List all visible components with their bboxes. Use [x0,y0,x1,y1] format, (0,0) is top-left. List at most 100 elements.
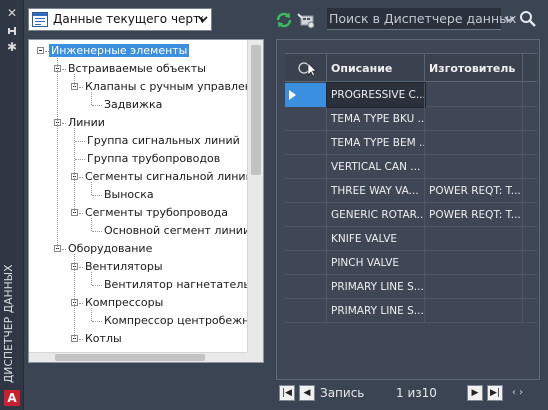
table-row[interactable]: VERTICAL CAN ... [285,155,537,179]
search-options-chevron-icon[interactable] [503,11,515,30]
tree-node[interactable]: Компрессор центробежный [102,312,247,329]
search-input[interactable]: Поиск в Диспетчере данных [327,8,516,30]
tree-connector [74,74,75,87]
tree-node-label: Клапаны с ручным управление [85,80,247,93]
grid-horizontal-scroll-arrows[interactable]: ‹ › [512,387,536,399]
cell-manufacturer[interactable] [425,251,523,275]
row-header[interactable] [285,299,327,323]
tree-connector [91,182,92,195]
tree-node[interactable]: Задвижка [102,96,164,113]
app-logo-icon: A [4,390,20,406]
first-record-button[interactable]: |◀ [279,385,295,401]
close-icon[interactable]: ✕ [4,6,20,20]
tree-node[interactable]: Группа трубопроводов [85,150,222,167]
tree-connector [92,321,102,322]
cell-manufacturer[interactable] [425,155,523,179]
cell-manufacturer[interactable]: POWER REQT: T... [425,179,523,203]
cell-description[interactable]: THREE WAY VA... [327,179,425,203]
current-row-indicator[interactable] [285,83,327,107]
tree-node[interactable]: Вентилятор нагнетательны [102,276,247,293]
record-navigator: |◀ ◀ Запись 1 из10 ▶ ▶| ‹ › [276,384,540,404]
tree-connector [92,195,102,196]
table-row[interactable]: PINCH VALVE [285,251,537,275]
table-row[interactable]: PROGRESSIVE C... [285,82,537,108]
cell-manufacturer[interactable] [425,131,523,155]
last-record-button[interactable]: ▶| [487,385,503,401]
cell-description[interactable]: VERTICAL CAN ... [327,155,425,179]
select-all-header[interactable] [285,54,327,83]
tree-node[interactable]: Вентиляторы [83,258,165,275]
tree-node[interactable]: Оборудование [66,240,154,257]
search-icon[interactable] [519,10,537,28]
record-label: Запись [320,386,365,400]
scrollbar-thumb[interactable] [251,45,261,175]
cell-manufacturer[interactable] [425,107,523,131]
pin-icon[interactable] [4,24,20,38]
tree-vertical-scrollbar[interactable] [247,40,263,352]
cell-description[interactable]: TEMA TYPE BKU ... [327,107,425,131]
tree-node[interactable]: Сегменты трубопровода [83,204,230,221]
row-header[interactable] [285,155,327,179]
table-row[interactable]: TEMA TYPE BEM ... [285,131,537,155]
tree-node[interactable]: Котлы [83,330,124,347]
table-row[interactable]: GENERIC ROTAR... POWER REQT: T... [285,203,537,227]
row-header[interactable] [285,203,327,227]
cell-manufacturer[interactable] [425,227,523,251]
cell-description[interactable]: PINCH VALVE [327,251,425,275]
cell-manufacturer[interactable] [425,299,523,323]
tree-connector [92,105,102,106]
tree-node[interactable]: Встраиваемые объекты [66,60,208,77]
tree-connector [74,128,75,213]
tree-node[interactable]: Клапаны с ручным управление [83,78,247,95]
table-row[interactable]: THREE WAY VA... POWER REQT: T... [285,179,537,203]
tree-node[interactable]: Выноска [102,186,156,203]
tree-node[interactable]: Линии [66,114,107,131]
previous-record-button[interactable]: ◀ [299,385,315,401]
data-manager-palette: ✕ ✱ ДИСПЕТЧЕР ДАННЫХ A Данные текущего ч… [0,0,548,410]
tree-collapse-toggle-icon[interactable] [37,47,44,54]
cell-manufacturer[interactable]: POWER REQT: T... [425,203,523,227]
next-record-button[interactable]: ▶ [467,385,483,401]
row-header[interactable] [285,275,327,299]
tree-horizontal-scrollbar[interactable] [29,352,247,362]
gear-icon[interactable]: ✱ [4,40,20,54]
row-header[interactable] [285,227,327,251]
search-box: Поиск в Диспетчере данных [327,8,541,30]
tree-node-label: Группа сигнальных линий [87,134,240,147]
cell-description[interactable]: PRIMARY LINE S... [327,299,425,323]
record-position: 1 из10 [396,386,437,400]
tree-node[interactable]: Инженерные элементы [49,42,190,59]
tree-node-label: Котлы [85,332,122,345]
cell-description[interactable]: PROGRESSIVE C... [326,82,426,108]
tree-node[interactable]: Компрессоры [83,294,165,311]
table-row[interactable]: TEMA TYPE BKU ... [285,107,537,131]
tree-content: Инженерные элементы Встраиваемые объекты К… [29,40,247,352]
palette-title-strip: ✕ ✱ ДИСПЕТЧЕР ДАННЫХ A [0,0,24,410]
export-icon[interactable] [296,10,316,30]
row-header[interactable] [285,179,327,203]
row-header[interactable] [285,107,327,131]
cell-description[interactable]: GENERIC ROTAR... [327,203,425,227]
table-row[interactable]: PRIMARY LINE S... [285,299,537,323]
palette-title: ДИСПЕТЧЕР ДАННЫХ [3,264,15,383]
cell-manufacturer[interactable] [425,275,523,299]
data-source-dropdown[interactable]: Данные текущего чертежа [28,8,212,31]
tree-node[interactable]: Основной сегмент линии [102,222,247,239]
row-header[interactable] [285,251,327,275]
grid-header: Описание Изготовитель [285,53,537,83]
tree-node[interactable]: Группа сигнальных линий [85,132,242,149]
tree-node[interactable]: Сегменты сигнальной линии [83,168,247,185]
table-row[interactable]: KNIFE VALVE [285,227,537,251]
column-header-manufacturer[interactable]: Изготовитель [425,54,523,83]
cell-description[interactable]: TEMA TYPE BEM ... [327,131,425,155]
cell-manufacturer[interactable] [425,83,523,107]
tree-connector [75,141,85,142]
cell-description[interactable]: KNIFE VALVE [327,227,425,251]
data-tree-view[interactable]: Инженерные элементы Встраиваемые объекты К… [28,39,264,363]
cell-description[interactable]: PRIMARY LINE S... [327,275,425,299]
row-header[interactable] [285,131,327,155]
table-row[interactable]: PRIMARY LINE S... [285,275,537,299]
column-header-description[interactable]: Описание [327,54,425,83]
refresh-icon[interactable] [274,10,294,30]
scrollbar-thumb[interactable] [55,354,205,361]
